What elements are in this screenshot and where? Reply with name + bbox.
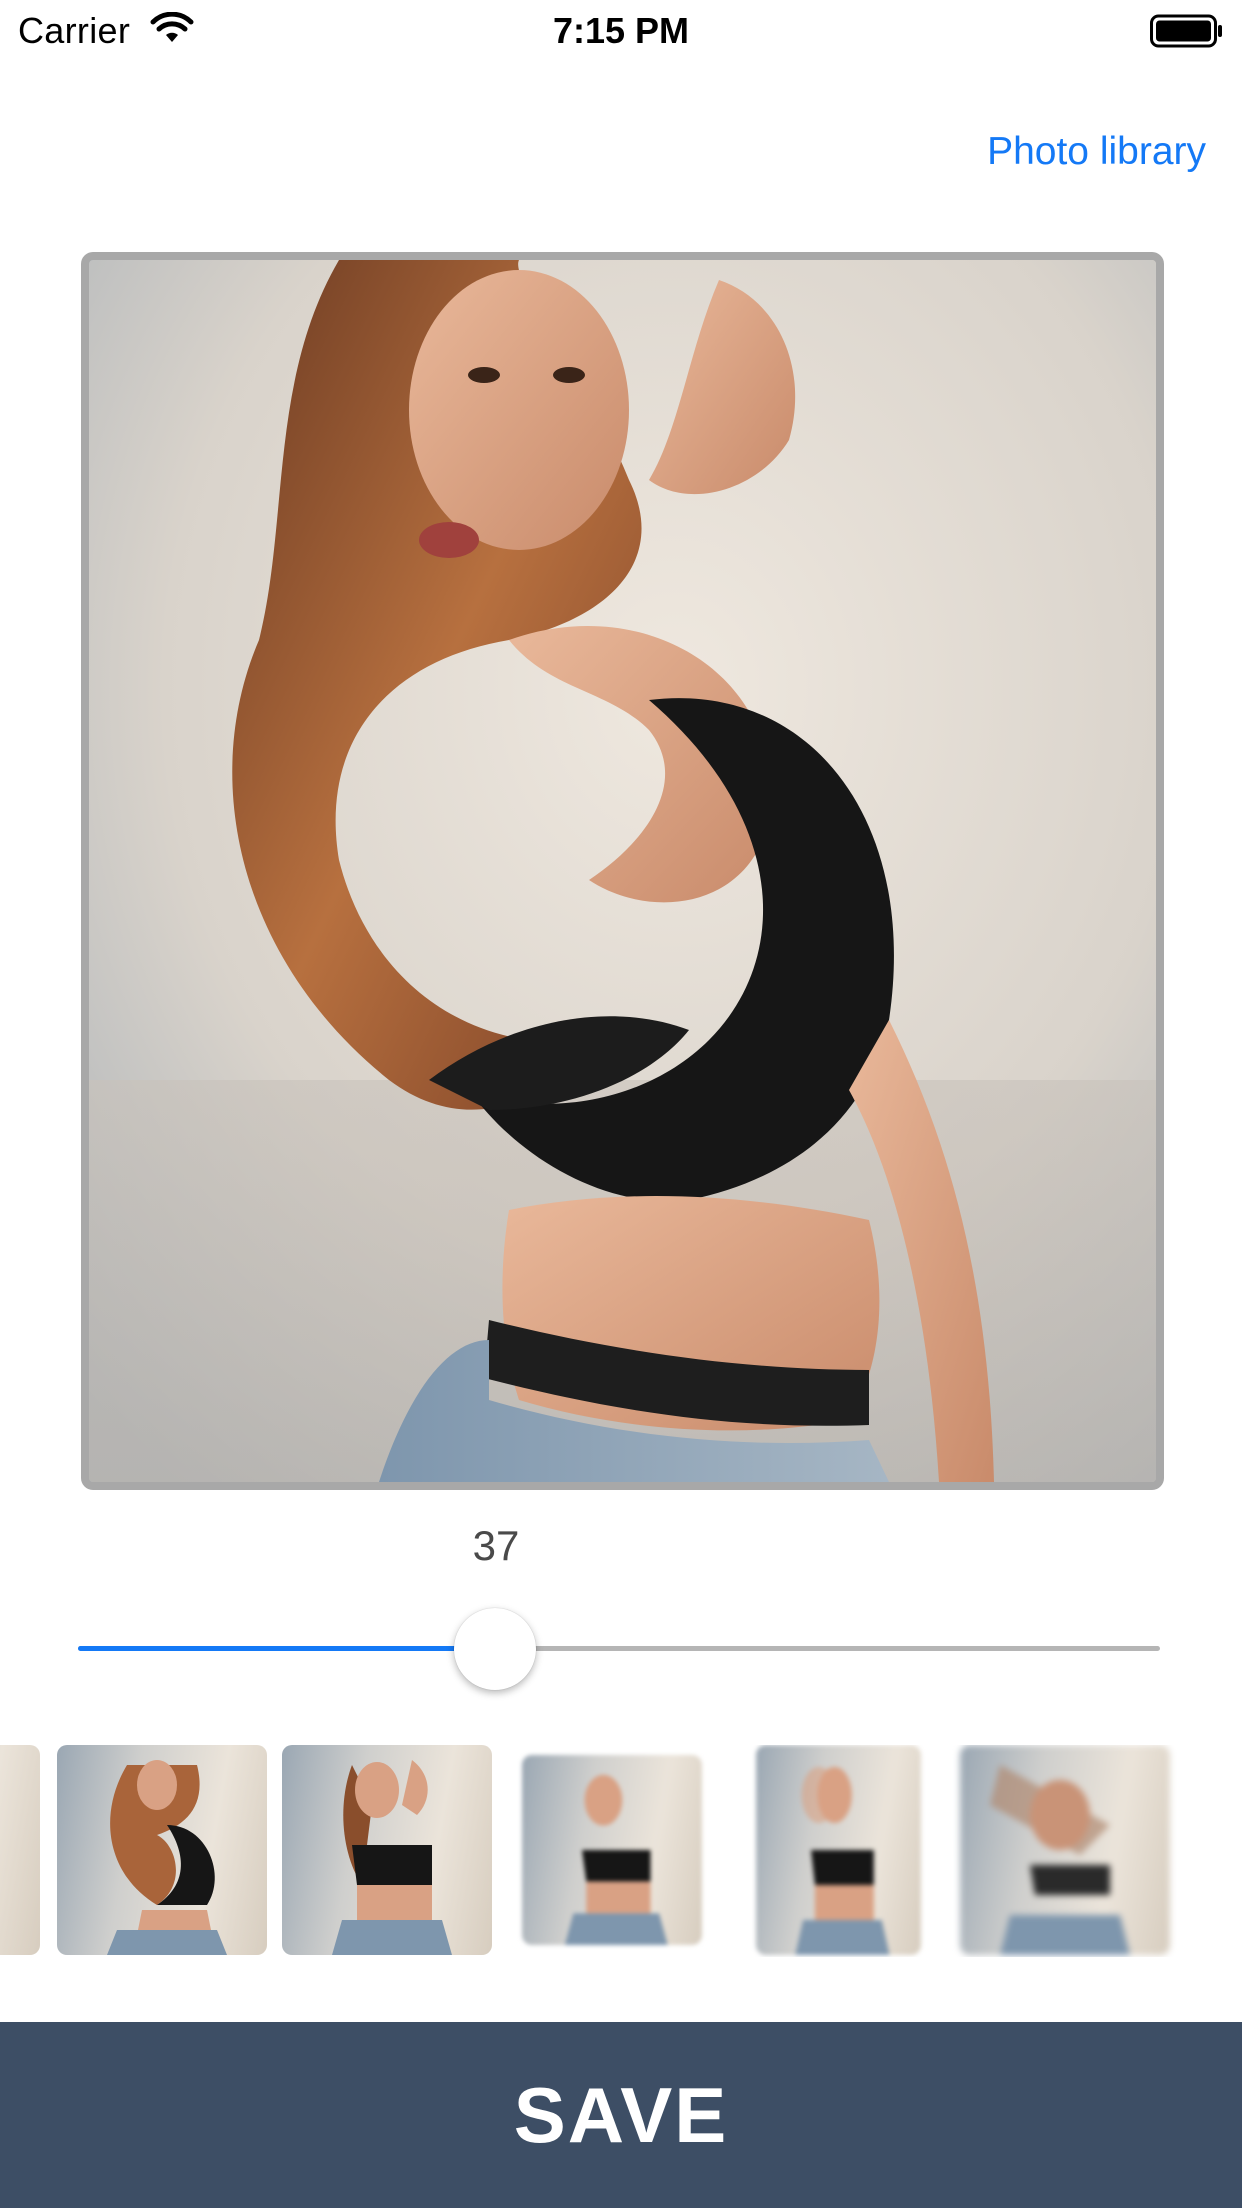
photo-library-button[interactable]: Photo library <box>987 130 1206 174</box>
effect-thumbnail[interactable] <box>756 1745 921 1955</box>
status-bar: Carrier 7:15 PM <box>0 0 1242 60</box>
clock: 7:15 PM <box>552 10 690 51</box>
thumbnail-image <box>0 1745 40 1955</box>
battery-icon <box>1150 14 1222 48</box>
effect-slider[interactable] <box>78 1608 1160 1702</box>
effect-thumbnail[interactable] <box>522 1755 702 1945</box>
thumbnail-image <box>107 1760 227 1955</box>
thumbnail-image <box>990 1765 1130 1955</box>
edited-photo-image <box>89 260 1156 1482</box>
save-button[interactable]: SAVE <box>0 2022 1242 2208</box>
slider-thumb[interactable] <box>454 1608 536 1690</box>
thumbnail-image <box>795 1767 890 1955</box>
photo-preview[interactable] <box>81 252 1164 1490</box>
effect-thumbnail[interactable] <box>282 1745 492 1955</box>
effect-thumbnail[interactable] <box>57 1745 267 1955</box>
effect-thumbnail[interactable] <box>960 1745 1170 1955</box>
effect-value-label: 37 <box>472 1522 520 1569</box>
effect-thumbnail-strip[interactable] <box>0 1745 1242 1957</box>
slider-fill <box>78 1646 495 1651</box>
thumbnail-image <box>332 1760 452 1955</box>
thumbnail-image <box>564 1774 668 1945</box>
effect-thumbnail[interactable] <box>0 1745 40 1955</box>
